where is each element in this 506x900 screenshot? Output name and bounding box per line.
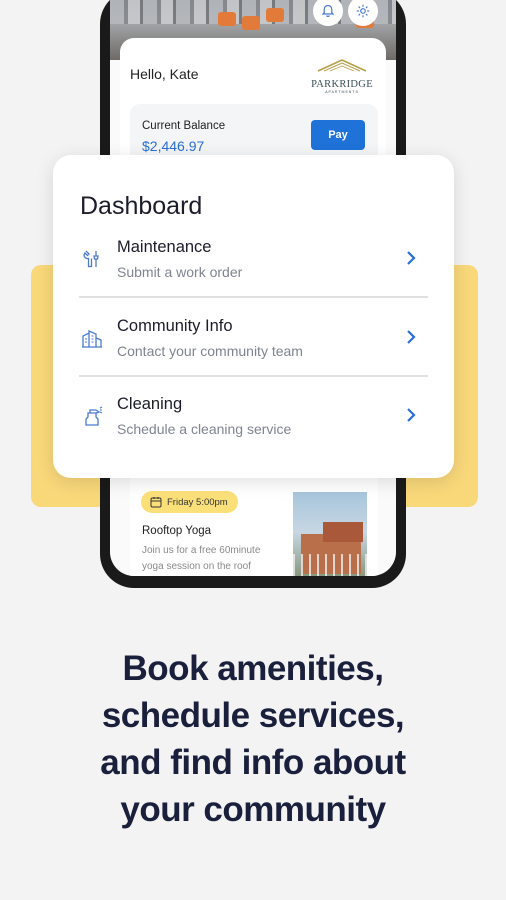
balance-label: Current Balance bbox=[142, 120, 226, 132]
tagline-line: Book amenities, bbox=[122, 649, 384, 688]
event-card[interactable]: Friday 5:00pm Rooftop Yoga Join us for a… bbox=[130, 470, 378, 576]
dashboard-item-label: Maintenance bbox=[117, 238, 212, 256]
chevron-right-icon bbox=[407, 408, 416, 422]
balance-amount: $2,446.97 bbox=[142, 138, 205, 154]
event-description: Join us for a free 60minute yoga session… bbox=[142, 545, 261, 572]
tagline: Book amenities, schedule services, and f… bbox=[0, 645, 506, 833]
parkridge-logo: PARKRIDGE APARTMENTS bbox=[308, 58, 376, 94]
bell-icon bbox=[321, 4, 335, 18]
tagline-line: and find info about bbox=[100, 743, 406, 782]
dashboard-item-label: Cleaning bbox=[117, 395, 183, 413]
chevron-right-icon bbox=[407, 330, 416, 344]
event-time-badge: Friday 5:00pm bbox=[141, 491, 238, 513]
dashboard-item-subtitle: Contact your community team bbox=[117, 343, 303, 359]
dashboard-item-cleaning[interactable]: Cleaning Schedule a cleaning service bbox=[79, 376, 427, 454]
dashboard-title: Dashboard bbox=[80, 192, 203, 220]
calendar-icon bbox=[150, 497, 162, 508]
buildings-icon bbox=[82, 330, 102, 348]
dashboard-item-community-info[interactable]: Community Info Contact your community te… bbox=[79, 298, 427, 376]
dashboard-item-label: Community Info bbox=[117, 317, 233, 335]
spray-bottle-icon bbox=[85, 406, 103, 426]
dashboard-item-maintenance[interactable]: Maintenance Submit a work order bbox=[79, 219, 427, 297]
tagline-line: your community bbox=[120, 790, 386, 829]
greeting: Hello, Kate bbox=[130, 66, 199, 82]
event-title: Rooftop Yoga bbox=[142, 525, 212, 537]
wrench-screwdriver-icon bbox=[83, 250, 99, 268]
pay-button[interactable]: Pay bbox=[311, 120, 365, 150]
tagline-line: schedule services, bbox=[101, 696, 405, 735]
event-photo bbox=[293, 492, 367, 576]
dashboard-item-subtitle: Submit a work order bbox=[117, 264, 243, 280]
dashboard-item-subtitle: Schedule a cleaning service bbox=[117, 421, 292, 437]
chevron-right-icon bbox=[407, 251, 416, 265]
dashboard-card: Dashboard Maintenance Submit a work orde… bbox=[53, 155, 454, 478]
gear-icon bbox=[356, 4, 370, 18]
